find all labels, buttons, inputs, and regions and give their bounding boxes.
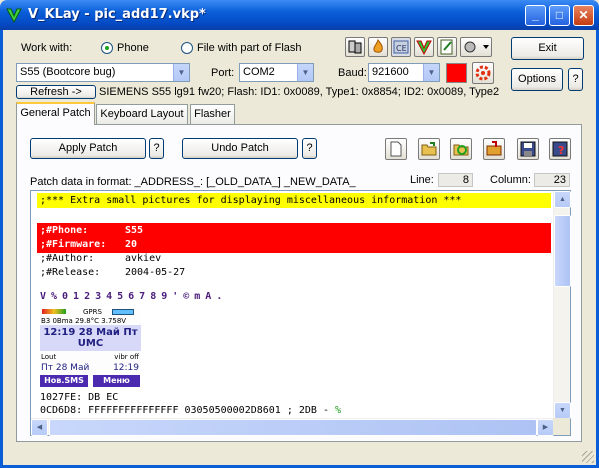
sensor-readout: B3 0Bma 29.8°C 3.758V: [41, 317, 127, 325]
gprs-indicator: GPRS: [83, 308, 102, 316]
clock-date: 12:19 28 Май Пт: [43, 327, 138, 338]
vertical-scrollbar[interactable]: ▲ ▼: [553, 191, 571, 419]
format-hint: Patch data in format: _ADDRESS_: [_OLD_D…: [30, 176, 356, 188]
chevron-down-icon[interactable]: ▼: [297, 64, 313, 81]
phone-key: ;#Phone:: [40, 225, 89, 236]
battery-icon: [112, 309, 134, 315]
exit-button[interactable]: Exit: [511, 37, 584, 60]
new-file-icon[interactable]: [385, 138, 407, 160]
pixel-glyph-row: V%0123456789'©mA.: [40, 291, 228, 302]
horizontal-scrollbar[interactable]: ◀ ▶: [31, 418, 554, 436]
options-button[interactable]: Options: [511, 68, 563, 91]
tools-dropdown-icon[interactable]: [460, 37, 492, 57]
line-label: Line:: [410, 174, 434, 186]
connection-status-indicator: [446, 63, 467, 83]
scroll-down-icon[interactable]: ▼: [554, 402, 571, 419]
reload-icon[interactable]: [450, 138, 472, 160]
author-value: avkiev: [125, 253, 162, 264]
refresh-button[interactable]: Refresh ->: [16, 85, 96, 99]
code-line-2-comment: %: [335, 405, 342, 416]
column-value: 23: [534, 173, 570, 187]
model-select[interactable]: S55 (Bootcore bug) ▼: [16, 63, 190, 82]
undo-patch-button[interactable]: Undo Patch: [182, 138, 298, 159]
author-key: ;#Author:: [40, 253, 95, 264]
phone-value: S55: [125, 225, 144, 236]
bottom-time: 12:19: [113, 363, 139, 373]
edit-note-icon[interactable]: [437, 37, 457, 57]
scroll-left-icon[interactable]: ◀: [31, 419, 48, 436]
vertical-scroll-thumb[interactable]: [554, 215, 571, 287]
flash-info-text: SIEMENS S55 lg91 fw20; Flash: ID1: 0x008…: [99, 86, 500, 98]
release-value: 2004-05-27: [125, 267, 186, 278]
undo-file-icon[interactable]: ?: [549, 138, 571, 160]
new-sms-softkey: Нов.SMS: [40, 375, 88, 387]
scroll-up-icon[interactable]: ▲: [554, 191, 571, 208]
model-select-value: S55 (Bootcore bug): [20, 66, 116, 78]
line-value: 8: [438, 173, 473, 187]
firmware-value: 20: [125, 239, 138, 250]
firmware-key: ;#Firmware:: [40, 239, 107, 250]
right-softkey-label: vibr off: [114, 353, 139, 361]
port-label: Port:: [211, 67, 235, 79]
baud-select[interactable]: 921600 ▼: [368, 63, 440, 82]
phone-radio-label[interactable]: Phone: [117, 42, 149, 54]
chevron-down-icon[interactable]: ▼: [173, 64, 189, 81]
close-button[interactable]: ✕: [573, 5, 594, 26]
save-icon[interactable]: [517, 138, 539, 160]
fire-icon[interactable]: [368, 37, 388, 57]
baud-select-value: 921600: [372, 66, 409, 78]
phones-icon[interactable]: [345, 37, 365, 57]
menu-softkey: Меню: [93, 375, 140, 387]
tab-flasher[interactable]: Flasher: [190, 104, 235, 124]
signal-bars-icon: [42, 309, 66, 314]
window-title: V_KLay - pic_add17.vkp*: [28, 7, 206, 22]
options-help-button[interactable]: ?: [568, 68, 583, 91]
apply-help-button[interactable]: ?: [149, 138, 164, 159]
code-line-2: 0CD6D8: FFFFFFFFFFFFFFF 03050500002D8601…: [40, 405, 342, 416]
app-logo-icon: [6, 8, 22, 23]
column-label: Column:: [490, 174, 531, 186]
settings-gear-icon[interactable]: [472, 62, 494, 84]
port-select-value: COM2: [243, 66, 275, 78]
save-as-icon[interactable]: [483, 138, 505, 160]
scroll-right-icon[interactable]: ▶: [537, 419, 554, 436]
phone-screen-preview: GPRS B3 0Bma 29.8°C 3.758V 12:19 28 Май …: [40, 308, 141, 387]
tab-general-patch[interactable]: General Patch: [16, 102, 95, 125]
scroll-corner: [553, 418, 570, 435]
patch-logo-icon[interactable]: [414, 37, 434, 57]
undo-help-button[interactable]: ?: [302, 138, 317, 159]
work-with-label: Work with:: [21, 42, 73, 54]
maximize-button[interactable]: □: [549, 5, 570, 26]
release-key: ;#Release:: [40, 267, 101, 278]
port-select[interactable]: COM2 ▼: [239, 63, 314, 82]
patch-editor[interactable]: ;*** Extra small pictures for displaying…: [30, 190, 571, 436]
apply-patch-button[interactable]: Apply Patch: [30, 138, 146, 159]
horizontal-scroll-thumb[interactable]: [49, 419, 537, 436]
file-radio-label[interactable]: File with part of Flash: [197, 42, 302, 54]
phone-radio[interactable]: [101, 42, 113, 54]
header-highlight: [37, 223, 551, 253]
svg-text:CE: CE: [396, 44, 407, 53]
tab-keyboard-layout[interactable]: Keyboard Layout: [96, 104, 188, 124]
minimize-button[interactable]: _: [525, 5, 546, 26]
cc-icon[interactable]: CE: [391, 37, 411, 57]
open-folder-icon[interactable]: [418, 138, 440, 160]
resize-grip-icon[interactable]: [582, 451, 594, 463]
file-radio[interactable]: [181, 42, 193, 54]
title-bar[interactable]: V_KLay - pic_add17.vkp* _ □ ✕: [0, 0, 599, 30]
code-line-1: 1027FE: DB EC: [40, 392, 119, 403]
svg-text:?: ?: [558, 144, 564, 157]
baud-label: Baud:: [338, 67, 367, 79]
chevron-down-icon[interactable]: ▼: [423, 64, 439, 81]
editor-line-1: ;*** Extra small pictures for displaying…: [40, 195, 462, 206]
operator-name: UMC: [77, 338, 104, 349]
